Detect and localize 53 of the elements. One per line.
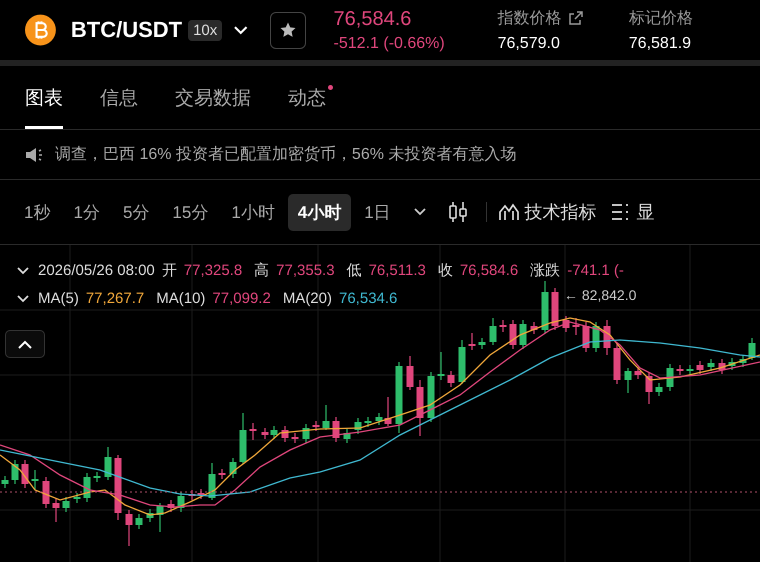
legend-value: -741.1 (- bbox=[567, 262, 624, 279]
toolbar-button[interactable]: 显 bbox=[610, 200, 655, 224]
ma-value: 76,534.6 bbox=[339, 290, 398, 307]
symbol-name[interactable]: BTC/USDT bbox=[70, 17, 182, 43]
ma-label: MA(5) bbox=[38, 290, 79, 307]
legend-label: 低 bbox=[346, 261, 362, 280]
toolbar-button[interactable]: 技术指标 bbox=[498, 200, 597, 224]
notice-text[interactable]: 调查，巴西 16% 投资者已配置加密货币，56% 未投资者有意入场 bbox=[55, 144, 516, 165]
chevron-down-icon[interactable] bbox=[17, 266, 29, 274]
bitcoin-logo-icon bbox=[25, 14, 56, 46]
line-chart-icon bbox=[498, 203, 519, 221]
timeframe-tab[interactable]: 4小时 bbox=[288, 194, 352, 230]
legend-label: 高 bbox=[254, 261, 270, 280]
tab[interactable]: 交易数据 bbox=[175, 66, 251, 129]
list-icon bbox=[610, 203, 631, 221]
legend-value: 77,325.8 bbox=[184, 262, 242, 279]
favorite-button[interactable] bbox=[270, 12, 306, 48]
last-price: 76,584.6 bbox=[334, 8, 412, 30]
stat-value: 76,581.9 bbox=[628, 34, 692, 52]
ma-label: MA(10) bbox=[156, 290, 206, 307]
stat-label: 标记价格 bbox=[628, 8, 693, 28]
legend-label: 收 bbox=[438, 261, 453, 280]
tab[interactable]: 动态 bbox=[288, 66, 326, 129]
chevron-down-icon[interactable] bbox=[17, 294, 29, 302]
high-price-label: ← 82,842.0 bbox=[564, 287, 636, 303]
stat-label: 指数价格 bbox=[498, 8, 562, 28]
tab[interactable]: 信息 bbox=[100, 66, 138, 129]
speaker-icon bbox=[25, 146, 45, 164]
collapse-button[interactable] bbox=[5, 330, 45, 358]
timeframe-tab[interactable]: 5分 bbox=[112, 194, 160, 230]
timeframe-tab[interactable]: 1秒 bbox=[14, 194, 60, 230]
ma-value: 77,099.2 bbox=[212, 290, 271, 307]
price-change: -512.1 (-0.66%) bbox=[334, 34, 446, 52]
ma-label: MA(20) bbox=[282, 290, 332, 307]
timeframe-tab[interactable]: 1分 bbox=[63, 194, 110, 230]
leverage-badge: 10x bbox=[188, 20, 222, 40]
ma-value: 77,267.7 bbox=[86, 290, 144, 307]
chevron-down-icon[interactable] bbox=[414, 208, 426, 216]
legend-value: 76,584.6 bbox=[460, 262, 518, 279]
timeframe-tab[interactable]: 1日 bbox=[354, 194, 401, 230]
legend-label: 涨跌 bbox=[530, 261, 560, 280]
stat-value: 76,579.0 bbox=[498, 34, 561, 52]
legend-value: 77,355.3 bbox=[276, 262, 335, 279]
candlestick-icon[interactable] bbox=[448, 201, 468, 223]
tab[interactable]: 图表 bbox=[25, 66, 63, 129]
timeframe-tab[interactable]: 15分 bbox=[162, 194, 218, 230]
external-link-icon[interactable] bbox=[568, 10, 584, 26]
legend-label: 开 bbox=[162, 261, 177, 280]
chevron-up-icon bbox=[18, 340, 32, 348]
star-icon bbox=[278, 21, 297, 39]
candle-datetime: 2026/05/26 08:00 bbox=[38, 262, 155, 279]
legend-value: 76,511.3 bbox=[368, 262, 426, 279]
timeframe-tab[interactable]: 1小时 bbox=[221, 194, 285, 230]
